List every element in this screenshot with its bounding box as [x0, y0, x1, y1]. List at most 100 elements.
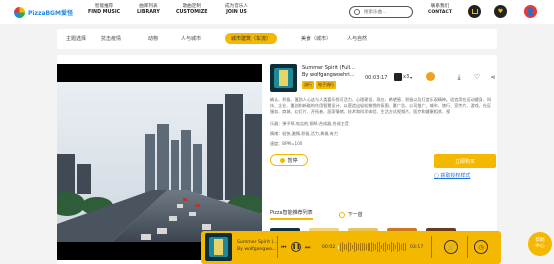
player-author[interactable]: By wolfgangwo...: [237, 247, 276, 252]
license-sample-link[interactable]: ▢ 获取授权样式: [434, 172, 470, 179]
tag-genre[interactable]: 流行: [302, 81, 314, 89]
waveform-bar: [340, 242, 342, 252]
search-input[interactable]: [364, 8, 410, 16]
waveform-bar: [354, 242, 356, 252]
help-center-button[interactable]: 帮助 中心: [528, 232, 552, 256]
waveform-bar: [384, 241, 386, 253]
pause-icon: ❚❚: [292, 244, 301, 250]
search-box[interactable]: [349, 6, 413, 18]
heart-outline-icon: ♡: [473, 73, 481, 81]
favorites-button[interactable]: ♥: [494, 5, 507, 18]
nav-library-en: LIBRARY: [137, 10, 160, 15]
nav-find-music[interactable]: 智能推荐 FIND MUSIC: [88, 4, 120, 16]
share-icon: ⋖: [490, 74, 496, 81]
waveform-bar: [388, 243, 390, 251]
clock-icon: ◷: [478, 243, 484, 251]
nav-customize[interactable]: 歌曲定制 CUSTOMIZE: [176, 4, 208, 16]
waveform-bar: [366, 244, 368, 250]
version-count: x3: [403, 74, 410, 80]
waveform-bar: [356, 242, 358, 252]
category-item-food-city[interactable]: 美食（城市）: [301, 35, 331, 42]
track-description: 确认、积极、蓬勃人心这与人类喜乐悦可活力、心理建设、现在、希望感、积极以及打造乐…: [270, 97, 492, 114]
waveform-bar: [400, 243, 402, 251]
document-icon: ▢: [434, 173, 439, 179]
track-title[interactable]: Summer Spirit (Full...: [302, 65, 355, 71]
nav-contact[interactable]: 联系我们 CONTACT: [428, 4, 452, 16]
waveform-bar: [398, 242, 400, 252]
waveform-bar: [368, 243, 370, 251]
category-item-people-city[interactable]: 人与城市: [181, 35, 201, 42]
track-mood: 情绪：轻快,激情,积极,活力,勇敢,有力: [270, 131, 338, 136]
next-track-button[interactable]: 下一首: [338, 211, 363, 218]
version-selector[interactable]: x3 ▾: [394, 73, 412, 81]
track-author[interactable]: By wolfgangwoehri...: [302, 72, 354, 78]
category-bar: 主题选择 抗击疫情 动物 人与城市 城市建筑（车流） 美食（城市） 人与自然: [57, 29, 497, 49]
next-track-label: 下一首: [347, 212, 363, 218]
next-icon: [338, 211, 345, 218]
pause-icon: [280, 157, 286, 163]
top-nav: PizzaBGM爱怪 智能推荐 FIND MUSIC 曲库列表 LIBRARY …: [0, 0, 554, 24]
waveform-bar: [382, 242, 384, 252]
player-total-time: 03:17: [410, 245, 424, 250]
share-button[interactable]: ⋖: [489, 73, 497, 81]
waveform-bar: [403, 243, 405, 251]
waveform-bar: [405, 242, 407, 252]
previous-button[interactable]: ⏮: [281, 244, 286, 252]
waveform-bar: [374, 244, 376, 250]
waveform-bar: [342, 241, 344, 253]
download-icon: ⤓: [457, 73, 461, 81]
heart-icon: ♥: [497, 8, 504, 15]
license-badge-icon[interactable]: [426, 72, 435, 81]
track-duration: 00:03:17: [365, 75, 388, 81]
nav-find-music-en: FIND MUSIC: [88, 10, 121, 15]
license-sample-label: 获取授权样式: [440, 173, 471, 179]
player-title[interactable]: Summer Spirit (...: [237, 240, 278, 245]
help-label-line2: 中心: [535, 244, 545, 249]
waveform-progress[interactable]: [338, 240, 407, 254]
buy-now-button[interactable]: 立即购买: [434, 154, 496, 168]
pause-button[interactable]: 暂停: [270, 154, 308, 166]
brand-logo[interactable]: PizzaBGM爱怪: [14, 5, 76, 19]
nav-join-us-en: JOIN US: [226, 10, 247, 15]
waveform-bar: [352, 244, 354, 250]
category-label: 主题选择: [66, 36, 87, 42]
waveform-bar: [372, 243, 374, 251]
track-instruments: 乐器：弹子琴,电吉他,钢琴,合成器,合成主音: [270, 121, 349, 126]
category-item-animals[interactable]: 动物: [148, 35, 158, 42]
waveform-bar: [364, 242, 366, 252]
user-icon: 👤: [526, 7, 535, 16]
waveform-bar: [348, 241, 350, 253]
waveform-bar: [392, 243, 394, 251]
tag-subgenre[interactable]: 电子流行: [316, 81, 336, 89]
track-tempo: 速度：BPM=100: [270, 141, 303, 146]
player-divider: [431, 236, 432, 258]
versions-icon: [394, 73, 402, 81]
previous-icon: ⏮: [281, 244, 287, 251]
waveform-bar: [396, 242, 398, 252]
nav-library[interactable]: 曲库列表 LIBRARY: [137, 4, 160, 16]
user-avatar-button[interactable]: 👤: [524, 5, 537, 18]
cart-button[interactable]: [468, 5, 481, 18]
mini-player: Summer Spirit (... By wolfgangwo... ⏮ ❚❚…: [201, 231, 501, 264]
play-pause-button[interactable]: ❚❚: [291, 242, 301, 252]
nav-contact-en: CONTACT: [428, 10, 452, 15]
waveform-bar: [338, 245, 340, 249]
player-current-time: 00:02: [322, 245, 336, 250]
favorite-button[interactable]: ♡: [473, 73, 481, 81]
recommend-title[interactable]: Pizza智能推荐列表: [270, 209, 313, 220]
waveform-bar: [370, 242, 372, 252]
search-icon: [354, 9, 360, 15]
player-divider: [467, 236, 468, 258]
category-item-nature[interactable]: 人与自然: [347, 35, 367, 42]
player-cart-button[interactable]: 🛒: [444, 240, 458, 254]
player-timer-button[interactable]: ◷: [474, 240, 488, 254]
category-item-city-traffic[interactable]: 城市建筑（车流）: [225, 33, 278, 44]
chevron-down-icon: ▾: [410, 74, 413, 80]
player-divider: [277, 236, 278, 258]
category-item-epidemic[interactable]: 抗击疫情: [101, 35, 121, 42]
cart-icon: [471, 9, 478, 14]
nav-join-us[interactable]: 成为音乐人 JOIN US: [225, 4, 248, 16]
next-button[interactable]: ⏭: [305, 244, 310, 252]
nav-customize-en: CUSTOMIZE: [176, 10, 208, 15]
download-button[interactable]: ⤓: [455, 73, 463, 81]
